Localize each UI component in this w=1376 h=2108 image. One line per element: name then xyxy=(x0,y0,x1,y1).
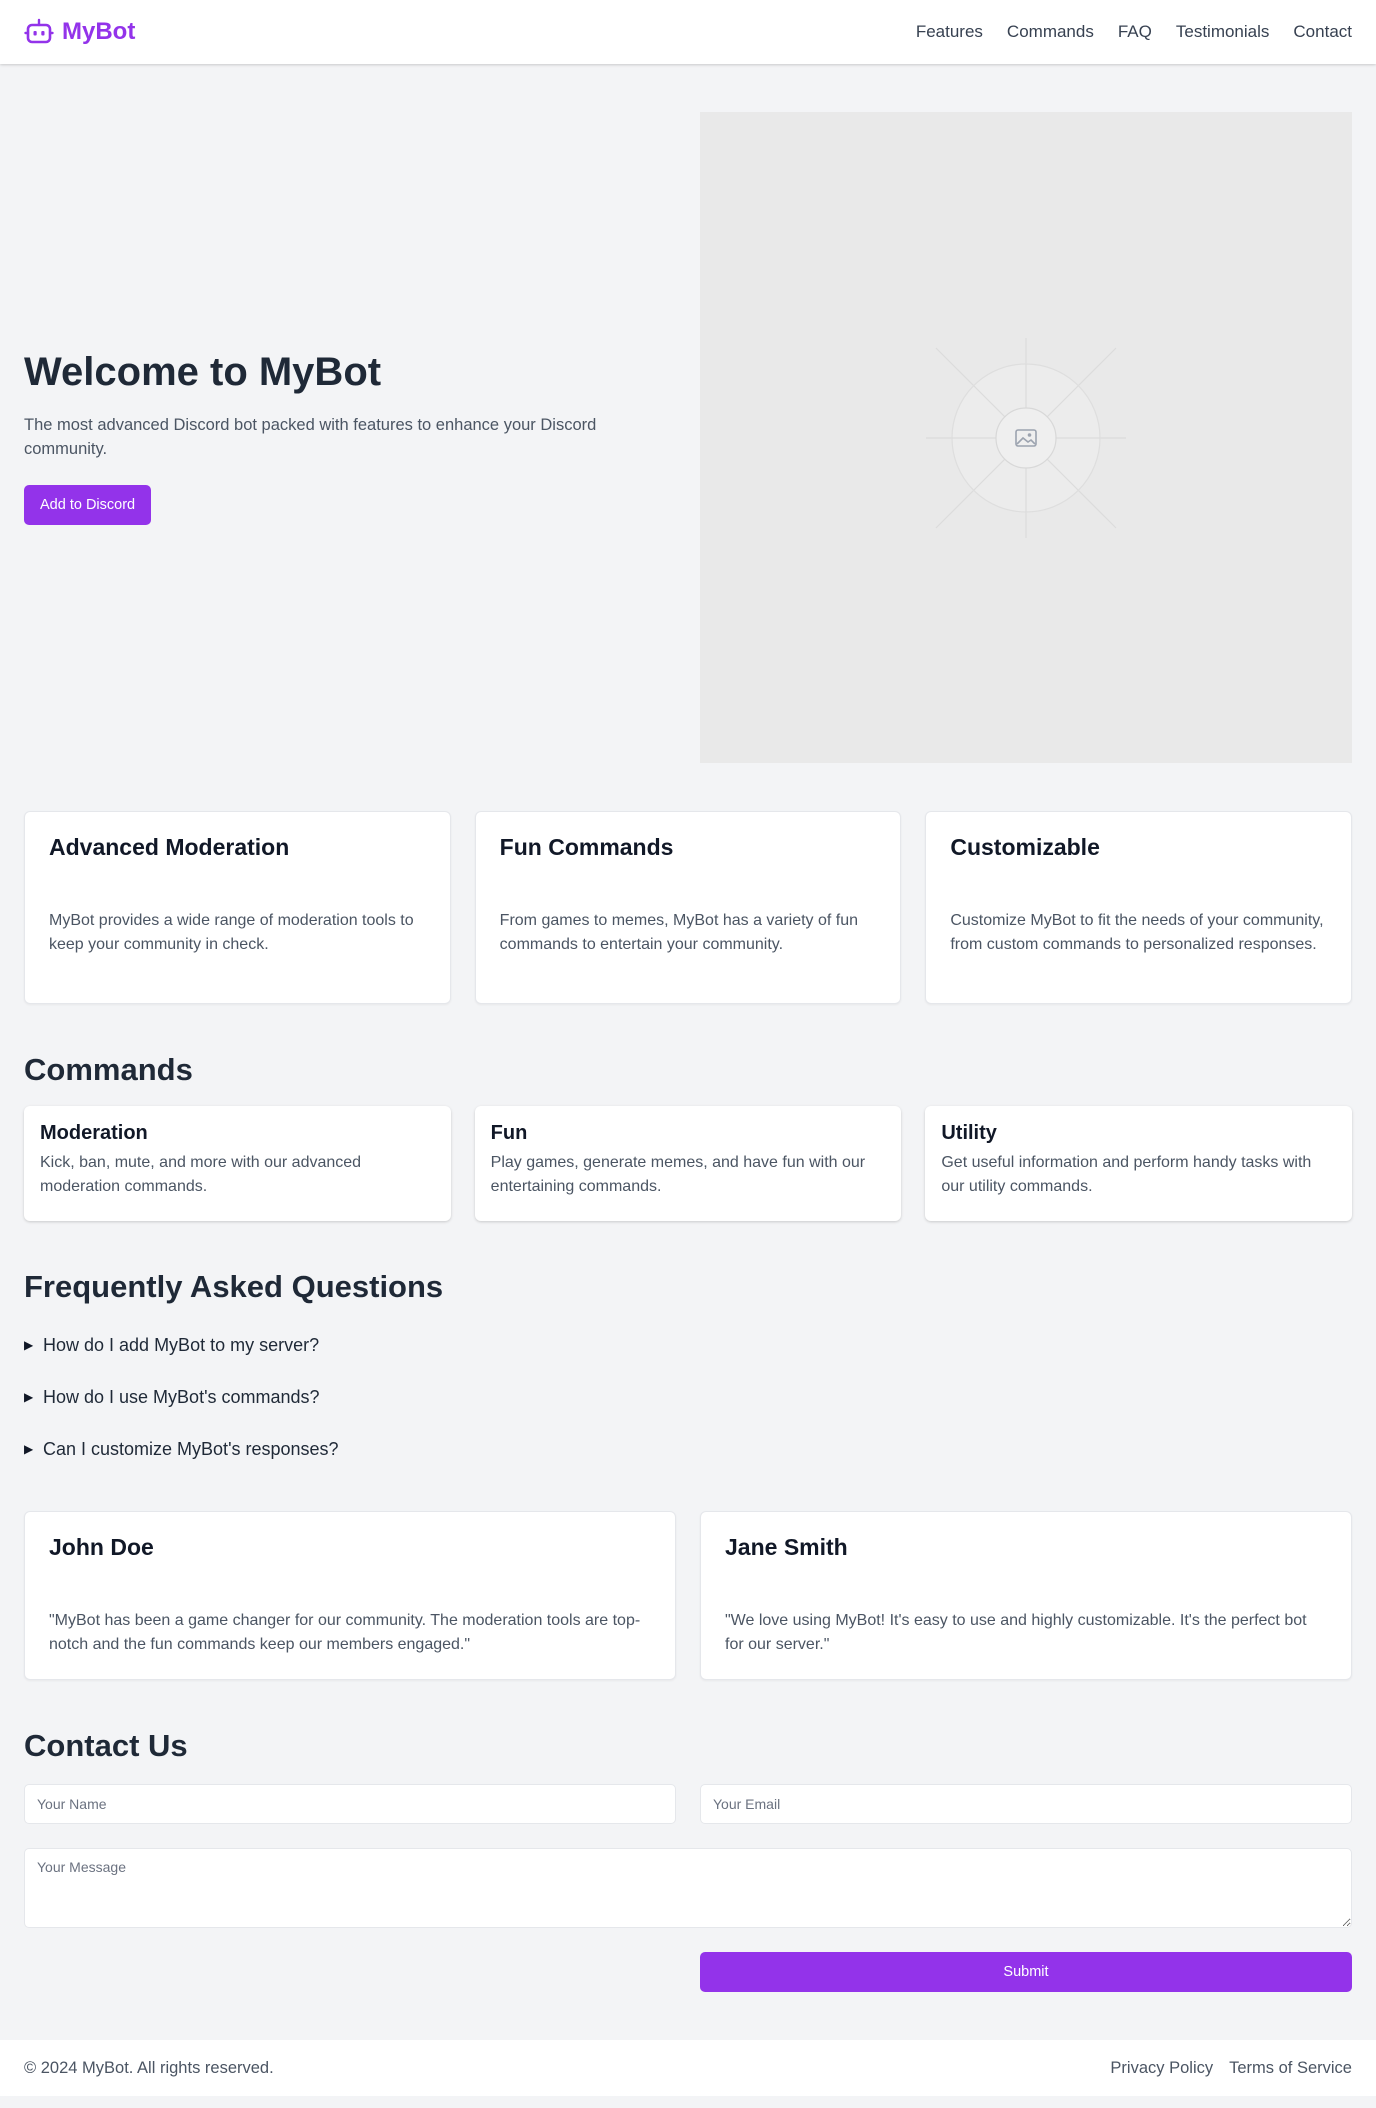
hero-subtitle: The most advanced Discord bot packed wit… xyxy=(24,416,597,458)
command-description: Get useful information and perform handy… xyxy=(941,1154,1312,1195)
feature-title: Advanced Moderation xyxy=(49,834,290,860)
nav-link-faq[interactable]: FAQ xyxy=(1118,22,1152,42)
hero-section: Welcome to MyBot The most advanced Disco… xyxy=(24,64,1352,763)
testimonial-quote: "We love using MyBot! It's easy to use a… xyxy=(725,1612,1307,1653)
faq-title: Frequently Asked Questions xyxy=(24,1269,444,1304)
nav-link-features[interactable]: Features xyxy=(916,22,983,42)
faq-question: Can I customize MyBot's responses? xyxy=(43,1438,339,1459)
nav-link-contact[interactable]: Contact xyxy=(1293,22,1352,42)
testimonial-quote: "MyBot has been a game changer for our c… xyxy=(49,1612,641,1653)
feature-description: MyBot provides a wide range of moderatio… xyxy=(49,912,414,953)
faq-item[interactable]: ▶ Can I customize MyBot's responses? xyxy=(24,1423,1352,1475)
testimonial-card: Jane Smith "We love using MyBot! It's ea… xyxy=(700,1511,1352,1680)
nav-link-commands[interactable]: Commands xyxy=(1007,22,1094,42)
commands-title: Commands xyxy=(24,1052,193,1087)
feature-title: Customizable xyxy=(950,834,1100,860)
privacy-policy-link[interactable]: Privacy Policy xyxy=(1110,2059,1213,2078)
feature-description: Customize MyBot to fit the needs of your… xyxy=(950,912,1324,953)
brand-name: MyBot xyxy=(62,18,136,45)
nav-links: Features Commands FAQ Testimonials Conta… xyxy=(916,22,1352,42)
message-field[interactable] xyxy=(24,1848,1352,1928)
robot-icon xyxy=(24,17,54,47)
nav-link-testimonials[interactable]: Testimonials xyxy=(1176,22,1270,42)
main-content: Welcome to MyBot The most advanced Disco… xyxy=(0,64,1376,1992)
faq-list: ▶ How do I add MyBot to my server? ▶ How… xyxy=(24,1319,1352,1475)
triangle-right-icon: ▶ xyxy=(24,1442,34,1456)
hero-title: Welcome to MyBot xyxy=(24,350,382,394)
testimonial-name: John Doe xyxy=(49,1534,154,1560)
top-nav: MyBot Features Commands FAQ Testimonials… xyxy=(0,0,1376,64)
hero-image xyxy=(700,112,1352,763)
testimonial-card: John Doe "MyBot has been a game changer … xyxy=(24,1511,676,1680)
triangle-right-icon: ▶ xyxy=(24,1390,34,1404)
contact-row xyxy=(24,1784,1352,1824)
command-title: Utility xyxy=(941,1122,997,1144)
brand[interactable]: MyBot xyxy=(24,17,135,47)
testimonial-name: Jane Smith xyxy=(725,1534,848,1560)
footer: © 2024 MyBot. All rights reserved. Priva… xyxy=(0,2040,1376,2096)
faq-item[interactable]: ▶ How do I add MyBot to my server? xyxy=(24,1319,1352,1371)
command-title: Moderation xyxy=(40,1122,148,1144)
terms-of-service-link[interactable]: Terms of Service xyxy=(1229,2059,1352,2078)
testimonials-section: John Doe "MyBot has been a game changer … xyxy=(24,1511,1352,1680)
command-card: Moderation Kick, ban, mute, and more wit… xyxy=(24,1106,451,1221)
email-field[interactable] xyxy=(700,1784,1352,1824)
command-description: Kick, ban, mute, and more with our advan… xyxy=(40,1154,362,1195)
command-cards: Moderation Kick, ban, mute, and more wit… xyxy=(24,1106,1353,1221)
feature-title: Fun Commands xyxy=(499,834,674,860)
faq-question: How do I add MyBot to my server? xyxy=(43,1334,320,1355)
submit-button[interactable]: Submit xyxy=(700,1952,1352,1992)
faq-section: Frequently Asked Questions ▶ How do I ad… xyxy=(24,1269,1352,1475)
feature-card: Customizable Customize MyBot to fit the … xyxy=(925,811,1353,1004)
command-description: Play games, generate memes, and have fun… xyxy=(490,1154,866,1195)
footer-links: Privacy Policy Terms of Service xyxy=(1110,2059,1352,2078)
add-to-discord-button[interactable]: Add to Discord xyxy=(24,485,152,525)
copyright-text: © 2024 MyBot. All rights reserved. xyxy=(24,2058,274,2077)
image-placeholder-icon xyxy=(926,337,1126,538)
faq-item[interactable]: ▶ How do I use MyBot's commands? xyxy=(24,1371,1352,1423)
triangle-right-icon: ▶ xyxy=(24,1338,34,1352)
command-title: Fun xyxy=(490,1122,528,1144)
features-section: Advanced Moderation MyBot provides a wid… xyxy=(24,811,1353,1004)
command-card: Fun Play games, generate memes, and have… xyxy=(474,1106,902,1221)
feature-card: Advanced Moderation MyBot provides a wid… xyxy=(24,811,451,1004)
feature-description: From games to memes, MyBot has a variety… xyxy=(499,912,859,953)
contact-section: Contact Us Submit xyxy=(24,1728,1352,1992)
contact-title: Contact Us xyxy=(24,1728,188,1763)
feature-card: Fun Commands From games to memes, MyBot … xyxy=(474,811,902,1004)
command-card: Utility Get useful information and perfo… xyxy=(925,1106,1353,1221)
submit-row: Submit xyxy=(24,1952,1352,1992)
faq-question: How do I use MyBot's commands? xyxy=(43,1386,320,1407)
hero-text: Welcome to MyBot The most advanced Disco… xyxy=(24,112,676,763)
name-field[interactable] xyxy=(24,1784,676,1824)
commands-section: Commands Moderation Kick, ban, mute, and… xyxy=(24,1052,1353,1221)
